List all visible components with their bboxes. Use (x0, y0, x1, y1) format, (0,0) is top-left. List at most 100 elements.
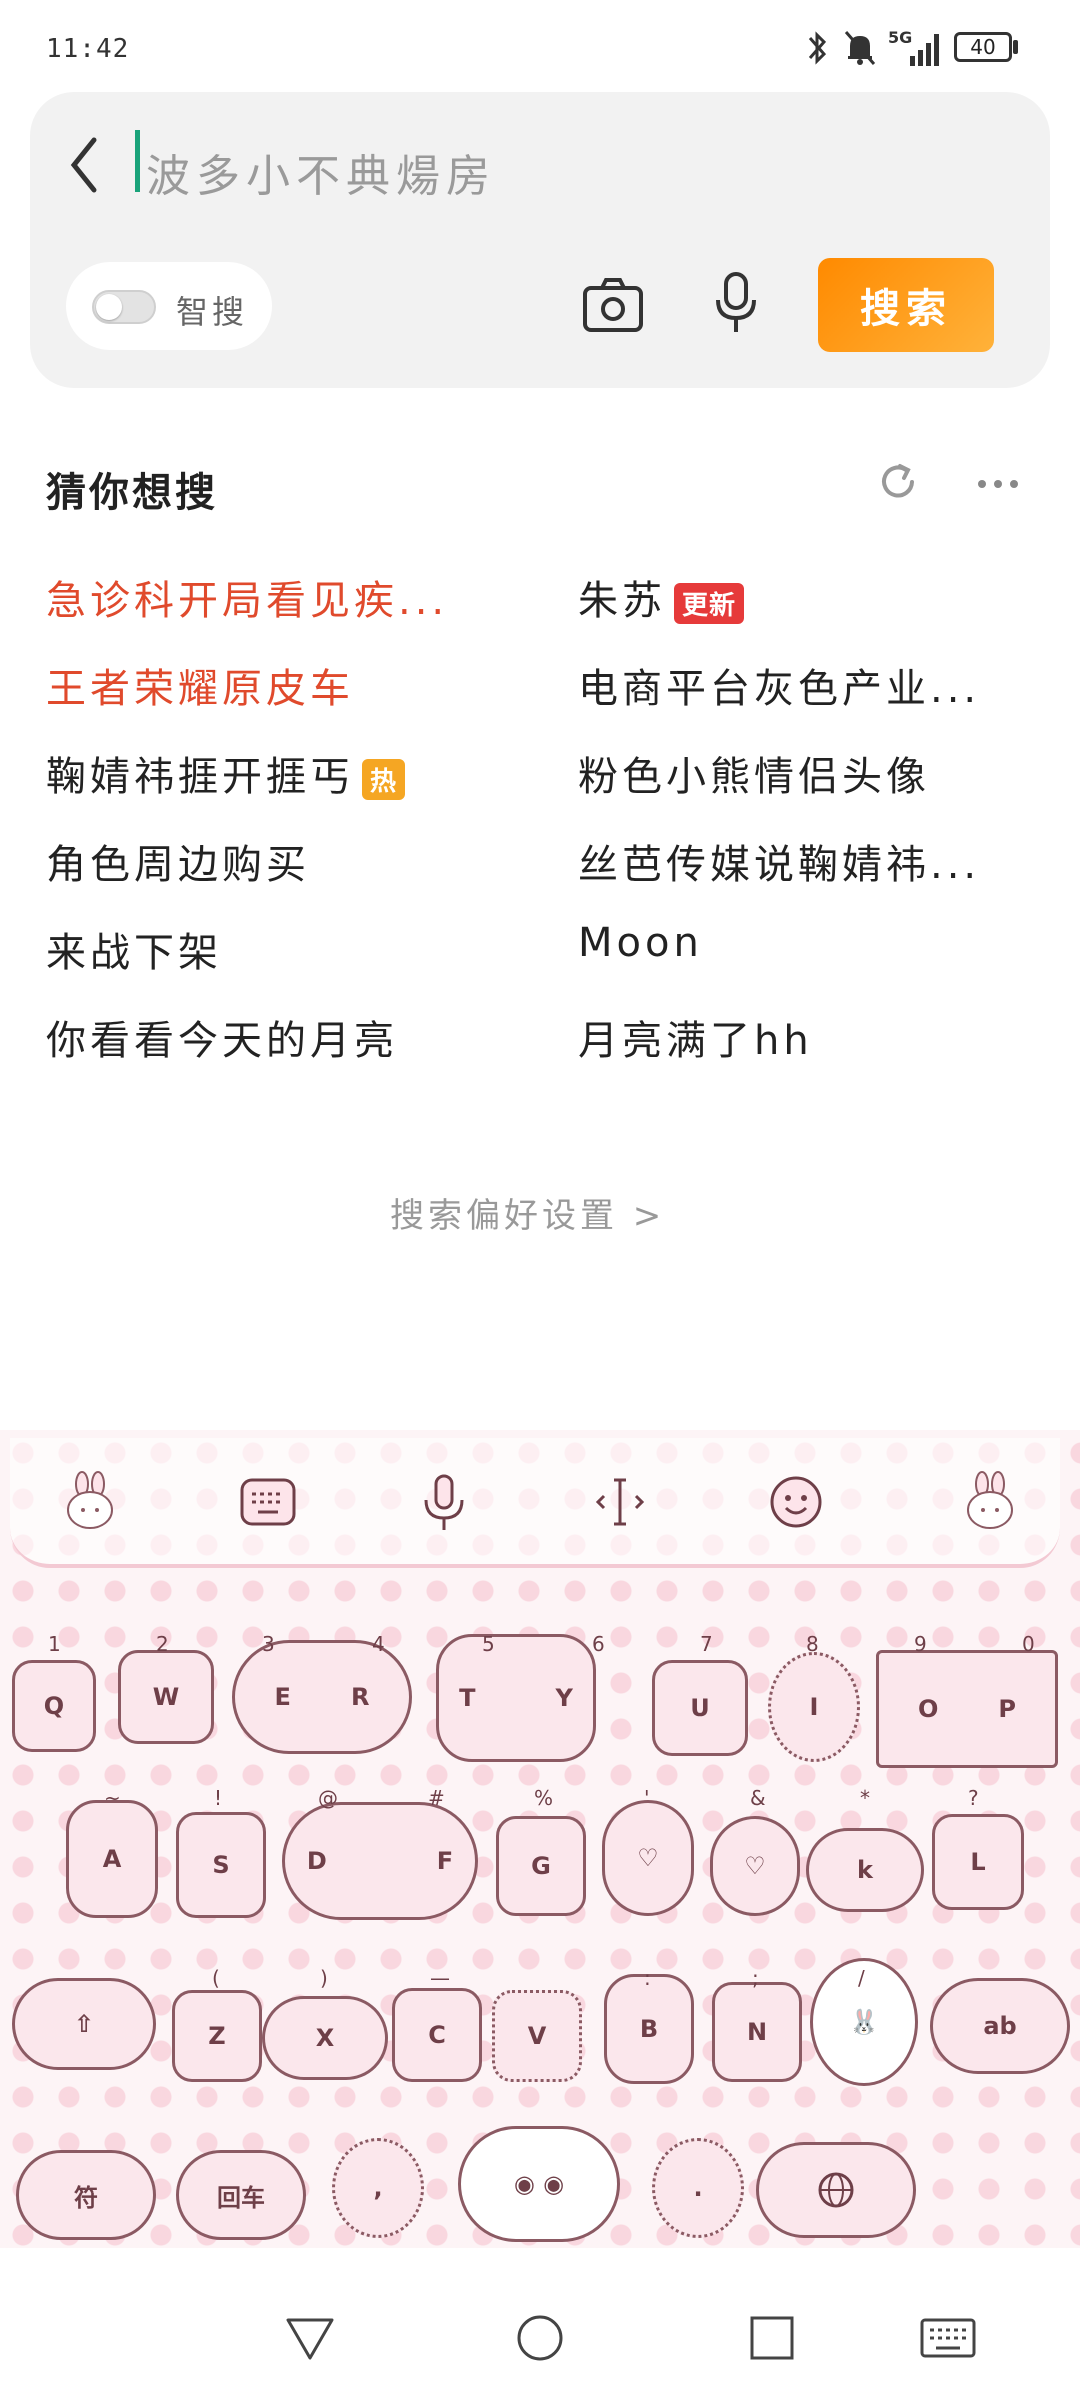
symbol-hint: / (858, 1966, 865, 1990)
status-bar: 11:42 5G 40 (0, 0, 1080, 90)
key-q[interactable]: Q (12, 1660, 96, 1752)
symbol-hint: ) (320, 1966, 328, 1990)
symbol-hint: ' (644, 1786, 650, 1810)
suggestion-item[interactable]: 电商平台灰色产业... (578, 656, 980, 714)
symbol-hint: % (534, 1786, 554, 1810)
text-caret (135, 130, 140, 192)
period-key[interactable]: . (652, 2138, 744, 2238)
number-hint: 6 (592, 1632, 605, 1656)
key-e[interactable]: ER (232, 1640, 412, 1754)
key-v[interactable]: V (492, 1990, 582, 2082)
number-hint: 1 (48, 1632, 61, 1656)
symbol-hint: ; (752, 1966, 759, 1990)
number-hint: 3 (262, 1632, 275, 1656)
suggestion-item[interactable]: 你看看今天的月亮 (46, 1008, 398, 1066)
suggestion-item[interactable]: 王者荣耀原皮车 (46, 656, 354, 714)
battery-level: 40 (970, 35, 996, 59)
symbol-hint: ! (214, 1786, 223, 1810)
keyboard-icon[interactable] (918, 2312, 978, 2364)
section-title: 猜你想搜 (46, 470, 218, 516)
key-l[interactable]: L (932, 1814, 1024, 1910)
symbol-hint: @ (318, 1786, 338, 1810)
number-hint: 7 (700, 1632, 713, 1656)
search-preferences-link[interactable]: 搜索偏好设置 > (390, 1188, 665, 1237)
suggestion-item[interactable]: 急诊科开局看见疾... (46, 568, 448, 626)
bunny-decoration-icon (967, 1471, 1013, 1529)
number-hint: 8 (806, 1632, 819, 1656)
symbol-hint: ? (968, 1786, 979, 1810)
symbol-hint: & (750, 1786, 766, 1810)
search-input[interactable]: 波多小不典煬房 (146, 140, 496, 204)
symbol-hint: ( (212, 1966, 220, 1990)
bunny-decoration-icon (67, 1471, 113, 1529)
symbol-hint: * (860, 1786, 870, 1810)
battery-icon: 40 (954, 32, 1012, 62)
update-badge: 更新 (674, 582, 745, 624)
suggestion-item[interactable]: 月亮满了hh (578, 1008, 813, 1066)
hot-badge: 热 (362, 758, 406, 800)
toggle-knob (96, 294, 122, 320)
key-t[interactable]: TY (436, 1634, 596, 1762)
symbol-hint: # (428, 1786, 445, 1810)
back-triangle-icon[interactable] (282, 2312, 338, 2364)
symbol-hint: — (430, 1966, 450, 1990)
refresh-icon[interactable] (876, 460, 920, 504)
symbol-hint: ~ (104, 1786, 121, 1810)
key-k[interactable]: k (806, 1828, 924, 1912)
more-icon[interactable] (976, 478, 1020, 490)
key-c[interactable]: C (392, 1988, 482, 2082)
key-z[interactable]: Z (172, 1990, 262, 2082)
key-u[interactable]: U (652, 1660, 748, 1756)
symbol-key[interactable]: 符 (16, 2150, 156, 2240)
key-s[interactable]: S (176, 1812, 266, 1918)
keyboard-toolbar (10, 1438, 1060, 1568)
comma-key[interactable]: , (332, 2138, 424, 2238)
number-hint: 5 (482, 1632, 495, 1656)
key-g[interactable]: G (496, 1816, 586, 1916)
key-a[interactable]: A (66, 1800, 158, 1918)
number-hint: 4 (372, 1632, 385, 1656)
voice-input-icon[interactable] (412, 1470, 476, 1534)
camera-icon[interactable] (582, 276, 644, 334)
home-circle-icon[interactable] (512, 2312, 568, 2364)
status-time: 11:42 (46, 34, 130, 64)
globe-icon (818, 2172, 854, 2208)
search-button[interactable]: 搜索 (818, 258, 994, 352)
keyboard-layout-icon[interactable] (236, 1470, 300, 1534)
number-hint: 9 (914, 1632, 927, 1656)
key-w[interactable]: W (118, 1650, 214, 1744)
silent-bell-icon (844, 31, 876, 65)
number-hint: 2 (156, 1632, 169, 1656)
ab-key[interactable]: ab (930, 1978, 1070, 2074)
key-j[interactable]: J♡ (710, 1816, 800, 1916)
enter-key[interactable]: 回车 (176, 2150, 306, 2240)
suggestion-item[interactable]: 角色周边购买 (46, 832, 310, 890)
key-d[interactable]: DF (282, 1802, 478, 1920)
globe-key[interactable] (756, 2142, 916, 2238)
suggestion-item[interactable]: Moon (578, 920, 703, 966)
suggestion-item[interactable]: 粉色小熊情侣头像 (578, 744, 930, 802)
space-key[interactable]: ◉ ◉ (458, 2126, 620, 2242)
suggestion-item[interactable]: 来战下架 (46, 920, 222, 978)
key-h[interactable]: H♡ (602, 1800, 694, 1916)
key-b[interactable]: B (604, 1974, 694, 2084)
key-i[interactable]: I (768, 1652, 860, 1762)
key-n[interactable]: N (712, 1982, 802, 2082)
suggestion-item[interactable]: 朱苏 更新 (578, 568, 745, 626)
suggestion-item[interactable]: 鞠婧祎捱开捱丐热 (46, 744, 406, 802)
signal-icon (910, 34, 939, 66)
microphone-icon[interactable] (712, 270, 760, 336)
smart-search-label: 智搜 (176, 293, 249, 331)
recents-square-icon[interactable] (744, 2312, 800, 2364)
bluetooth-icon (808, 31, 827, 65)
key-o[interactable]: OP (876, 1650, 1058, 1768)
key-x[interactable]: X (262, 1996, 388, 2080)
back-arrow-icon[interactable] (64, 130, 108, 200)
cursor-move-icon[interactable] (588, 1470, 652, 1534)
suggestion-item[interactable]: 丝芭传媒说鞠婧祎... (578, 832, 980, 890)
number-hint: 0 (1022, 1632, 1035, 1656)
symbol-hint: : (644, 1966, 651, 1990)
shift-key[interactable]: ⇧ (12, 1978, 156, 2070)
emoji-icon[interactable] (764, 1470, 828, 1534)
battery-tip (1013, 40, 1018, 54)
